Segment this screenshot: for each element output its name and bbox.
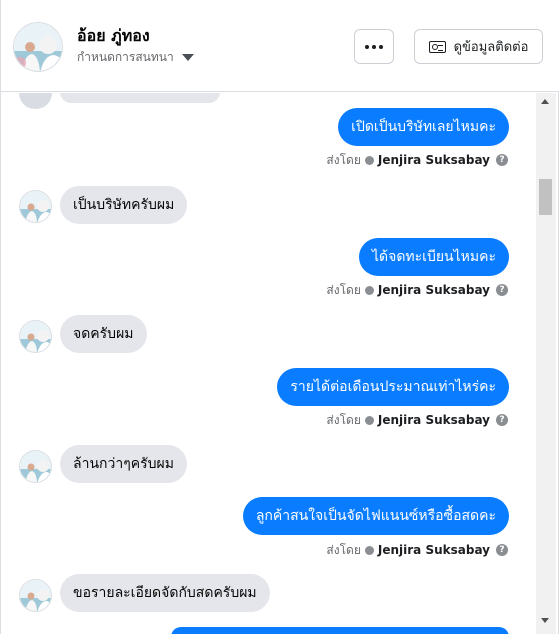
- contact-card-icon: [428, 40, 446, 53]
- outgoing-message-bubble[interactable]: รายได้ต่อเดือนประมาณเท่าไหร่คะ: [277, 368, 509, 406]
- avatar[interactable]: [19, 579, 52, 612]
- caret-down-icon: [181, 54, 194, 61]
- incoming-message-bubble[interactable]: เป็นบริษัทครับผม: [60, 186, 188, 224]
- sender-name: Jenjira Suksabay: [377, 543, 490, 557]
- avatar: [19, 93, 52, 109]
- outgoing-message-bubble[interactable]: เปิดเป็นบริษัทเลยไหมคะ: [338, 108, 509, 146]
- contact-avatar[interactable]: [13, 22, 63, 72]
- incoming-message-bubble[interactable]: ล้านกว่าๆครับผม: [60, 445, 187, 483]
- outgoing-message-bubble[interactable]: ลูกค้าสนใจเป็นจัดไฟแนนซ์หรือซื้อสดคะ: [242, 497, 509, 535]
- help-icon[interactable]: ?: [496, 284, 508, 296]
- message-bubble-partial: [171, 627, 509, 634]
- contact-name: อ้อย ภู่ทอง: [77, 26, 150, 45]
- sent-by-line: ส่งโดย Jenjira Suksabay ?: [326, 282, 508, 298]
- view-contact-info-button[interactable]: ดูข้อมูลติดต่อ: [414, 29, 543, 64]
- scroll-up-arrow-icon[interactable]: [541, 99, 549, 104]
- scrollbar[interactable]: [536, 93, 556, 634]
- help-icon[interactable]: ?: [496, 414, 508, 426]
- sent-by-prefix: ส่งโดย: [326, 412, 361, 427]
- verified-icon: [364, 415, 374, 425]
- sender-name: Jenjira Suksabay: [377, 413, 490, 427]
- conversation-status-dropdown[interactable]: กำหนดการสนทนา: [77, 48, 194, 67]
- verified-icon: [364, 155, 374, 165]
- incoming-message-bubble[interactable]: จดครับผม: [60, 315, 147, 353]
- more-dots-icon: [365, 44, 383, 49]
- sender-name: Jenjira Suksabay: [377, 153, 490, 167]
- sent-by-prefix: ส่งโดย: [326, 282, 361, 297]
- help-icon[interactable]: ?: [496, 154, 508, 166]
- outgoing-message-bubble[interactable]: ได้จดทะเบียนไหมคะ: [358, 238, 509, 276]
- conversation-header: อ้อย ภู่ทอง กำหนดการสนทนา ดูข้อมูลติดต่อ: [1, 0, 559, 92]
- scroll-down-arrow-icon[interactable]: [541, 618, 549, 623]
- sent-by-prefix: ส่งโดย: [326, 542, 361, 557]
- help-icon[interactable]: ?: [496, 544, 508, 556]
- incoming-message-bubble[interactable]: ขอรายละเอียดจัดกับสดครับผม: [60, 574, 270, 612]
- message-thread[interactable]: เปิดเป็นบริษัทเลยไหมคะ ส่งโดย Jenjira Su…: [1, 93, 536, 634]
- avatar[interactable]: [19, 190, 52, 223]
- sent-by-line: ส่งโดย Jenjira Suksabay ?: [326, 542, 508, 558]
- avatar[interactable]: [19, 450, 52, 483]
- avatar[interactable]: [19, 320, 52, 353]
- verified-icon: [364, 545, 374, 555]
- messenger-window: อ้อย ภู่ทอง กำหนดการสนทนา ดูข้อมูลติดต่อ…: [0, 0, 559, 634]
- more-options-button[interactable]: [354, 29, 394, 64]
- sent-by-prefix: ส่งโดย: [326, 152, 361, 167]
- scrollbar-thumb[interactable]: [539, 179, 552, 215]
- sender-name: Jenjira Suksabay: [377, 283, 490, 297]
- sent-by-line: ส่งโดย Jenjira Suksabay ?: [326, 152, 508, 168]
- view-contact-info-label: ดูข้อมูลติดต่อ: [453, 40, 529, 55]
- conversation-status-label: กำหนดการสนทนา: [77, 50, 174, 64]
- message-bubble-partial: [60, 93, 220, 103]
- verified-icon: [364, 285, 374, 295]
- sent-by-line: ส่งโดย Jenjira Suksabay ?: [326, 412, 508, 428]
